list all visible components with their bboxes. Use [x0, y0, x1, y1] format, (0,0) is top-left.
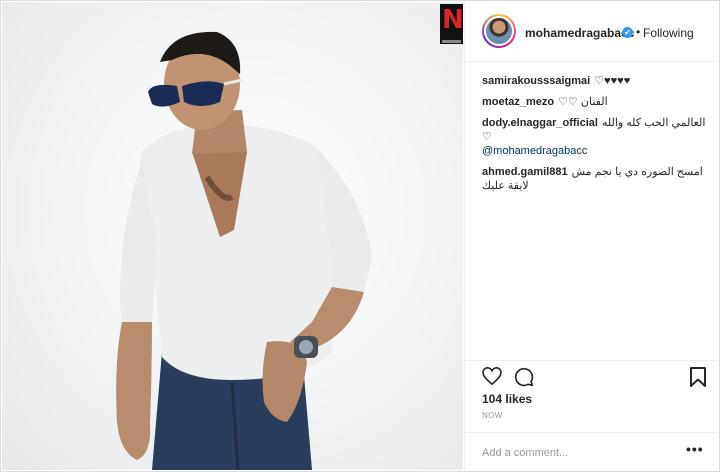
arm-left — [116, 322, 152, 460]
comment-author[interactable]: dody.elnaggar_official — [482, 117, 598, 129]
post-timestamp: NOW — [482, 411, 503, 420]
post-header: mohamedragabacc ✔ • Following — [465, 2, 720, 62]
sunglasses-lens-left — [148, 84, 180, 107]
post-photo[interactable]: N — [2, 2, 463, 470]
photo-illustration — [116, 31, 372, 470]
watermark-letter: N — [442, 5, 463, 35]
heart-icon[interactable] — [482, 367, 502, 385]
post-details-panel: mohamedragabacc ✔ • Following samirakous… — [464, 2, 720, 472]
comment-mention[interactable]: @mohamedragabacc — [482, 145, 587, 157]
owner-username[interactable]: mohamedragabacc — [525, 26, 634, 40]
verified-badge-icon: ✔ — [622, 27, 633, 38]
comment-input[interactable] — [482, 444, 672, 462]
comment-text: ♡♥♥♥♥ — [594, 75, 631, 87]
comment-item: samirakousssaigmai ♡♥♥♥♥ — [482, 74, 710, 88]
comment-text: الفنان ♡♡ — [558, 96, 608, 108]
avatar-image — [484, 16, 514, 46]
comment-author[interactable]: samirakousssaigmai — [482, 75, 590, 87]
comment-item: ahmed.gamil881 امسح الصوره دي يا نجم مش ل… — [482, 165, 710, 193]
post-modal: N mohamedragabacc ✔ • Following samirako… — [0, 0, 720, 472]
action-bar — [465, 360, 720, 390]
watermark-logo: N — [440, 4, 463, 44]
comment-author[interactable]: ahmed.gamil881 — [482, 166, 568, 178]
separator-dot: • — [636, 25, 641, 39]
comment-icon[interactable] — [514, 367, 534, 387]
more-options-icon[interactable]: ••• — [686, 441, 704, 457]
comment-author[interactable]: moetaz_mezo — [482, 96, 554, 108]
comment-list: samirakousssaigmai ♡♥♥♥♥ moetaz_mezo الفنا… — [482, 74, 710, 200]
watch-face — [299, 340, 313, 354]
sunglasses-lens-right — [182, 81, 224, 106]
bookmark-icon[interactable] — [690, 367, 706, 387]
watermark-bar — [442, 40, 461, 43]
avatar[interactable] — [482, 14, 516, 48]
comment-item: moetaz_mezo الفنان ♡♡ — [482, 95, 710, 109]
comment-item: dody.elnaggar_official العالمي الحب كله و… — [482, 116, 710, 158]
add-comment-bar: ••• — [465, 432, 720, 472]
following-button[interactable]: Following — [643, 26, 694, 40]
like-count[interactable]: 104 likes — [482, 392, 532, 406]
